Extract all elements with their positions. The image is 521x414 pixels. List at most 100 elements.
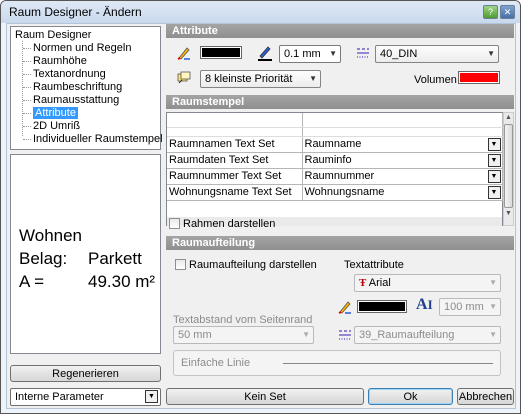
frame-checkbox-label: Rahmen darstellen [183,218,276,230]
chevron-down-icon: ▼ [309,74,317,83]
ok-button[interactable]: Ok [368,388,453,405]
tree-item-raumbeschriftung[interactable]: Raumbeschriftung [23,81,122,93]
text-height-value: 100 mm [444,301,484,313]
tree-connector [23,100,31,101]
font-combo[interactable]: Ŧ Arial ▼ [354,274,501,292]
row-label: Raumdaten Text Set [167,152,303,169]
preview-floor-label: Belag: [19,249,68,268]
volume-color-swatch[interactable] [458,71,500,84]
tree-connector [23,87,31,88]
linetype-value: 40_DIN [380,48,418,60]
row-value: Raumname [304,137,362,150]
distance-combo[interactable]: 50 mm ▼ [173,326,314,344]
chevron-down-icon: ▼ [329,49,337,58]
chevron-down-icon: ▼ [487,49,495,58]
distance-value: 50 mm [178,329,212,341]
window-title: Raum Designer - Ändern [9,5,142,19]
linetype-icon [357,48,369,58]
row-label: Wohnungsname Text Set [167,184,303,201]
raumaufteilung-header: Raumaufteilung [166,236,514,250]
chevron-down-icon[interactable]: ▼ [145,390,158,403]
scroll-down-icon[interactable]: ▼ [504,209,513,219]
linewidth-combo[interactable]: 0.1 mm ▼ [279,45,341,63]
dialog-body: Raum Designer Normen und Regeln Raumhöhe… [6,23,516,409]
volume-label: Volumen [414,74,457,86]
chevron-down-icon[interactable]: ▼ [487,153,501,167]
tree-item-textanordnung[interactable]: Textanordnung [23,68,106,80]
chevron-down-icon: ▼ [489,302,497,311]
table-spacer-row [167,127,503,137]
tree-connector [23,139,31,140]
linewidth-value: 0.1 mm [284,48,321,60]
parameters-combo[interactable]: Interne Parameter ▼ [10,388,161,406]
chevron-down-icon: ▼ [302,330,310,339]
text-height-icon: AI [416,296,433,313]
kein-set-button[interactable]: Kein Set [166,388,364,405]
pen-color-swatch[interactable] [200,46,242,59]
regenerate-button[interactable]: Regenerieren [10,365,161,382]
scroll-up-icon[interactable]: ▲ [504,113,513,123]
table-row[interactable]: Wohnungsname Text Set Wohnungsname ▼ [167,184,503,201]
text-color-fill [359,302,405,311]
text-pen-icon [338,301,351,314]
raumaufteilung-checkbox[interactable] [175,259,186,270]
preview-area-label: A = [19,272,45,291]
close-icon[interactable]: ✕ [500,5,515,19]
tree-connector [23,126,31,127]
division-linetype-combo[interactable]: 39_Raumaufteilung ▼ [354,326,501,344]
row-value-cell[interactable]: Raumnummer ▼ [302,168,503,185]
tree-item-attribute[interactable]: Attribute [23,107,78,119]
table-row[interactable]: Raumnummer Text Set Raumnummer ▼ [167,168,503,185]
division-linetype-icon [339,330,351,340]
tree-root[interactable]: Raum Designer [15,29,91,41]
tree-item-2d-umriss[interactable]: 2D Umriß [23,120,80,132]
priority-value: 8 kleinste Priorität [205,73,293,85]
preview-floor-value: Parkett [88,249,142,268]
frame-checkbox[interactable] [169,218,180,229]
row-value-cell[interactable]: Wohnungsname ▼ [302,184,503,201]
tree-connector [23,74,31,75]
linetype-combo[interactable]: 40_DIN ▼ [375,45,499,63]
tree-item-normen[interactable]: Normen und Regeln [23,42,131,54]
row-value-cell[interactable]: Raumname ▼ [302,136,503,153]
raumstempel-grid[interactable]: Raumnamen Text Set Raumname ▼ Raumdaten Te… [166,112,503,226]
division-linetype-value: 39_Raumaufteilung [359,329,455,341]
grid-scrollbar[interactable]: ▲ ▼ [503,112,514,226]
preview-area-value: 49.30 m² [88,272,156,291]
priority-combo[interactable]: 8 kleinste Priorität ▼ [200,70,321,88]
parameters-combo-value: Interne Parameter [15,391,104,403]
volume-color-fill [460,73,498,82]
distance-label: Textabstand vom Seitenrand [173,314,313,326]
chevron-down-icon[interactable]: ▼ [487,137,501,151]
cancel-button[interactable]: Abbrechen [457,388,514,405]
linewidth-icon [258,46,272,61]
textattribute-label: Textattribute [344,259,404,271]
table-header-row [167,113,503,128]
line-style-label: Einfache Linie [181,357,251,369]
chevron-down-icon[interactable]: ▼ [487,169,501,183]
font-icon: Ŧ [359,277,367,289]
chevron-down-icon: ▼ [489,278,497,287]
row-value: Wohnungsname [304,185,385,198]
row-label: Raumnamen Text Set [167,136,303,153]
help-icon[interactable]: ? [483,5,498,19]
navigation-tree[interactable]: Raum Designer Normen und Regeln Raumhöhe… [10,26,163,150]
tree-item-raumhoehe[interactable]: Raumhöhe [23,55,87,67]
title-bar[interactable]: Raum Designer - Ändern ? ✕ [1,1,520,23]
tree-item-individueller-raumstempel[interactable]: Individueller Raumstempel [23,133,163,145]
pen-color-fill [202,48,240,57]
tree-connector [23,113,31,114]
scroll-thumb[interactable] [504,124,513,208]
table-row[interactable]: Raumnamen Text Set Raumname ▼ [167,136,503,153]
attribute-header: Attribute [166,24,514,38]
table-row[interactable]: Raumdaten Text Set Rauminfo ▼ [167,152,503,169]
text-height-combo[interactable]: 100 mm ▼ [439,298,501,316]
chevron-down-icon[interactable]: ▼ [487,185,501,199]
text-color-swatch[interactable] [357,300,407,313]
tree-item-raumausstattung[interactable]: Raumausstattung [23,94,119,106]
chevron-down-icon: ▼ [489,330,497,339]
row-value: Raumnummer [304,169,375,182]
row-value-cell[interactable]: Rauminfo ▼ [302,152,503,169]
font-value: Arial [368,277,391,289]
line-style-box[interactable]: Einfache Linie [173,350,501,376]
